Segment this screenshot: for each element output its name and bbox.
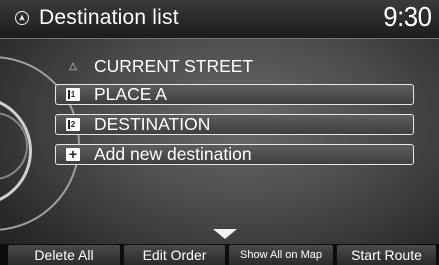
destination-list-screen: Destination list 9:30 △ CURRENT STREET 1… — [0, 0, 439, 265]
triangle-icon: △ — [69, 61, 77, 72]
clock: 9:30 — [382, 1, 432, 32]
list-item-add-new-destination[interactable]: + Add new destination — [55, 144, 414, 165]
waypoint-1-icon: 1 — [66, 88, 80, 101]
list-item-label: CURRENT STREET — [94, 56, 254, 76]
header-bar: Destination list 9:30 — [0, 0, 439, 39]
page-title: Destination list — [39, 6, 179, 29]
edit-order-button[interactable]: Edit Order — [124, 245, 225, 265]
waypoint-2-icon: 2 — [66, 118, 80, 131]
start-route-button[interactable]: Start Route — [337, 245, 436, 265]
list-item-current-street[interactable]: △ CURRENT STREET — [55, 56, 414, 77]
delete-all-button[interactable]: Delete All — [8, 245, 120, 265]
navigation-icon — [15, 11, 29, 25]
list-item-label: PLACE A — [94, 84, 167, 104]
list-item-destination[interactable]: 2 DESTINATION — [55, 114, 414, 135]
plus-icon: + — [66, 147, 80, 161]
list-item-label: DESTINATION — [94, 114, 211, 134]
list-item-place-a[interactable]: 1 PLACE A — [55, 84, 414, 105]
chevron-down-icon[interactable] — [213, 229, 237, 239]
list-item-label: Add new destination — [94, 144, 252, 164]
show-all-on-map-button[interactable]: Show All on Map — [229, 245, 333, 265]
